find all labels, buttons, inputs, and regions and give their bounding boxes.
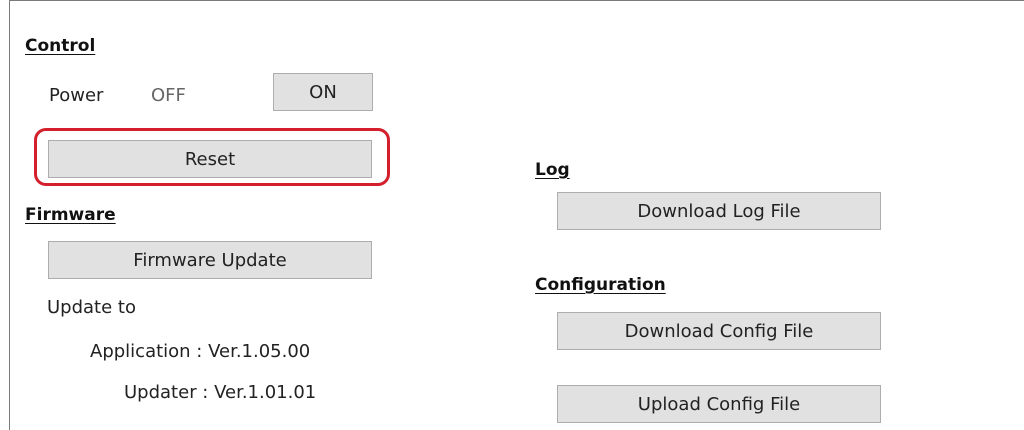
upload-config-button[interactable]: Upload Config File [557,385,881,423]
power-state: OFF [151,85,186,106]
control-heading: Control [25,36,96,56]
reset-button[interactable]: Reset [48,140,372,178]
update-to-label: Update to [47,297,136,318]
download-log-button[interactable]: Download Log File [557,192,881,230]
firmware-update-button[interactable]: Firmware Update [48,241,372,279]
updater-version: Updater : Ver.1.01.01 [124,382,317,403]
power-on-button[interactable]: ON [273,73,373,111]
log-heading: Log [535,160,570,180]
application-version: Application : Ver.1.05.00 [90,341,311,362]
firmware-heading: Firmware [25,205,116,225]
power-label: Power [49,85,104,106]
configuration-heading: Configuration [535,275,666,295]
download-config-button[interactable]: Download Config File [557,312,881,350]
